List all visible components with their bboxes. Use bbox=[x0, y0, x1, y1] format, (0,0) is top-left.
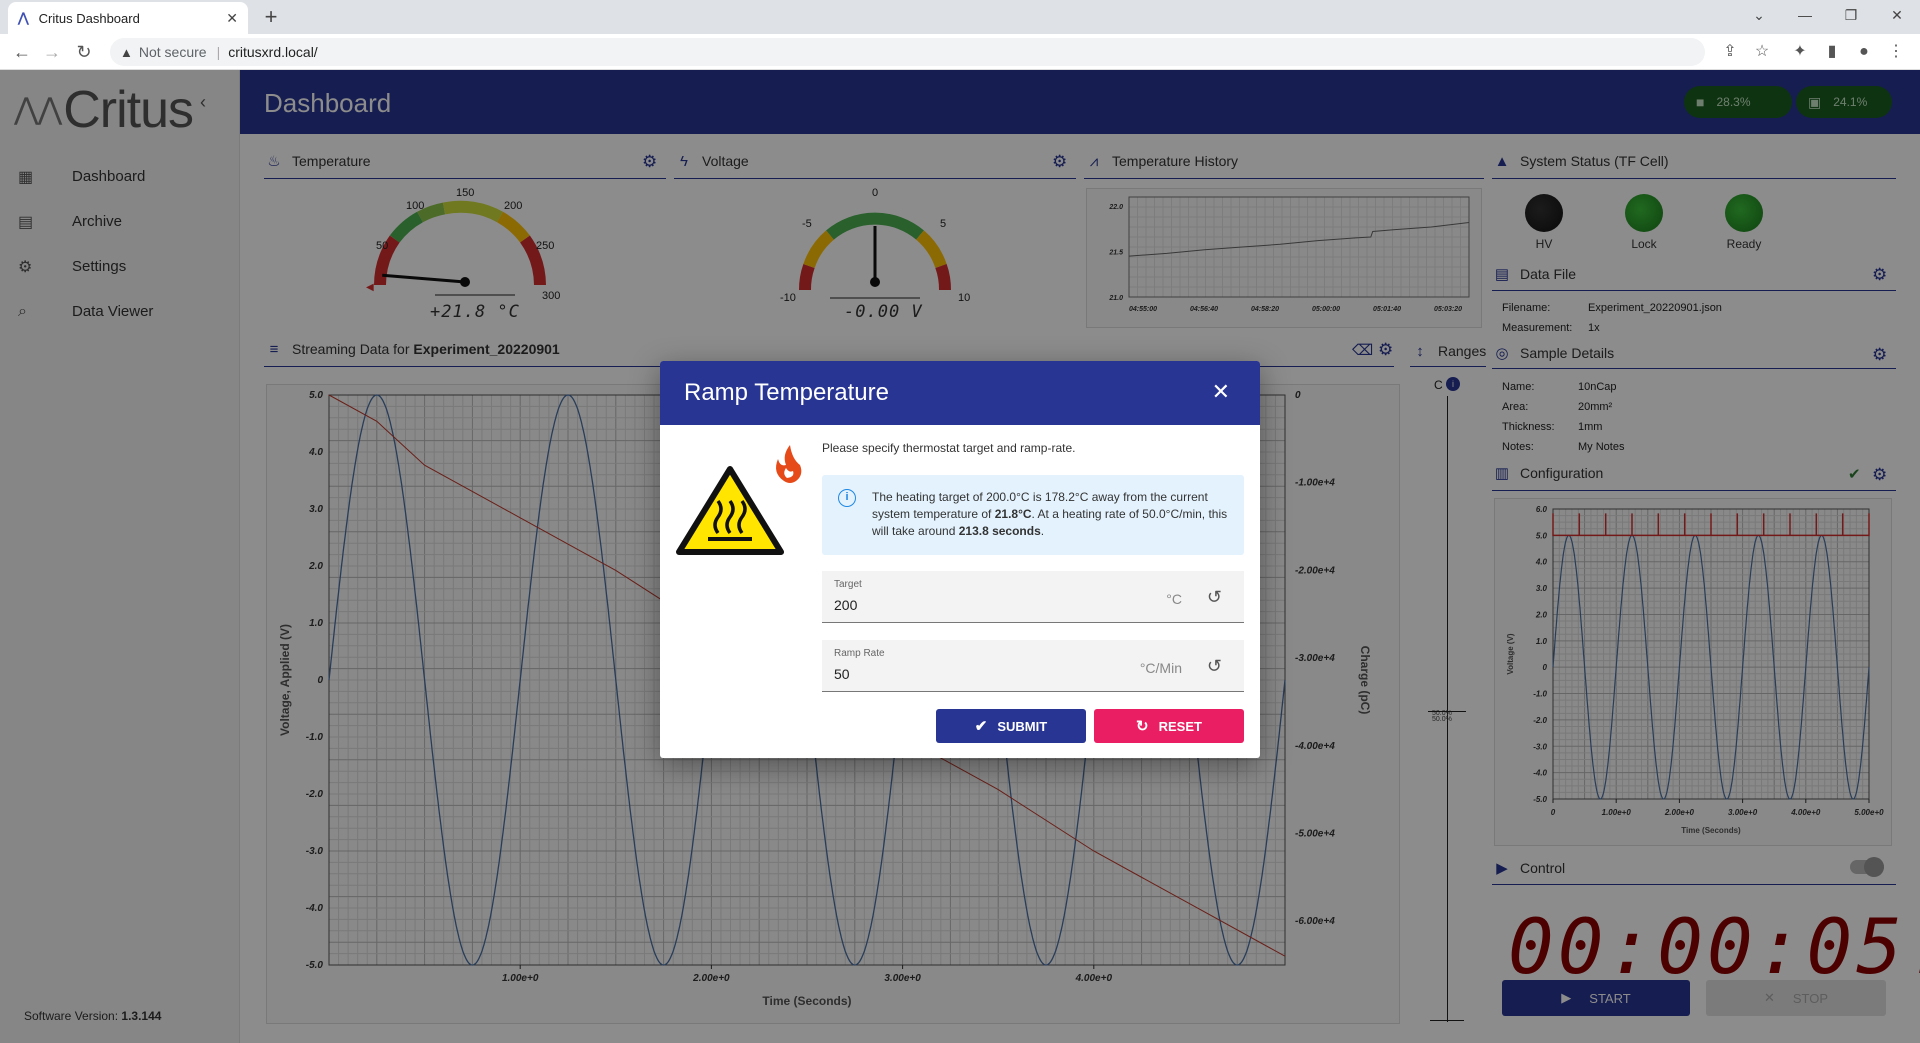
security-label: Not secure bbox=[138, 44, 207, 60]
minimize-button[interactable]: — bbox=[1782, 0, 1828, 30]
ramp-info-box: i The heating target of 200.0°C is 178.2… bbox=[822, 475, 1244, 555]
reset-label: RESET bbox=[1158, 718, 1202, 734]
browser-tab-bar: ⋀ Critus Dashboard ✕ + ⌄ — ❐ ✕ bbox=[0, 0, 1920, 34]
info-current-temp: 21.8°C bbox=[994, 507, 1032, 521]
address-bar: ← → ↻ ▲ Not secure | critusxrd.local/ ⇪ … bbox=[0, 34, 1920, 70]
history-reset-icon[interactable]: ↺ bbox=[1207, 656, 1222, 677]
tab-title: Critus Dashboard bbox=[38, 10, 140, 26]
check-circle-icon: ✔ bbox=[974, 718, 988, 735]
url-bar[interactable]: ▲ Not secure | critusxrd.local/ bbox=[110, 38, 1705, 66]
close-window-button[interactable]: ✕ bbox=[1874, 0, 1920, 30]
close-tab-icon[interactable]: ✕ bbox=[226, 10, 238, 27]
share-icon[interactable]: ⇪ bbox=[1718, 40, 1742, 64]
dialog-prompt: Please specify thermostat target and ram… bbox=[822, 441, 1076, 455]
info-text: . bbox=[1040, 524, 1045, 538]
bookmark-star-icon[interactable]: ☆ bbox=[1750, 40, 1774, 64]
target-field[interactable]: Target °C ↺ bbox=[822, 571, 1244, 623]
new-tab-button[interactable]: + bbox=[258, 4, 284, 30]
dialog-title: Ramp Temperature bbox=[684, 379, 889, 406]
ramp-rate-input[interactable] bbox=[834, 664, 1094, 684]
browser-tab[interactable]: ⋀ Critus Dashboard ✕ bbox=[8, 2, 248, 34]
ramp-rate-field[interactable]: Ramp Rate °C/Min ↺ bbox=[822, 640, 1244, 692]
submit-button[interactable]: ✔ SUBMIT bbox=[936, 709, 1086, 743]
history-reset-icon[interactable]: ↺ bbox=[1207, 587, 1222, 608]
info-icon: i bbox=[838, 489, 856, 507]
submit-label: SUBMIT bbox=[997, 718, 1048, 734]
profile-icon[interactable]: ● bbox=[1852, 40, 1876, 64]
reset-button[interactable]: ↻ RESET bbox=[1094, 709, 1244, 743]
ramp-rate-label: Ramp Rate bbox=[834, 648, 885, 659]
restore-button[interactable]: ❐ bbox=[1828, 0, 1874, 30]
hot-surface-warning-icon bbox=[676, 445, 802, 555]
close-icon[interactable]: ✕ bbox=[1212, 379, 1230, 405]
reload-icon[interactable]: ↻ bbox=[72, 40, 96, 64]
url-separator: | bbox=[216, 44, 221, 60]
dialog-header: Ramp Temperature ✕ bbox=[660, 361, 1260, 425]
critus-favicon-icon: ⋀ bbox=[18, 10, 29, 25]
back-icon[interactable]: ← bbox=[10, 40, 34, 64]
tab-search-icon[interactable]: ⌄ bbox=[1736, 0, 1782, 30]
warning-icon: ▲ bbox=[120, 44, 133, 60]
target-unit: °C bbox=[1166, 591, 1182, 607]
extensions-icon[interactable]: ✦ bbox=[1788, 40, 1812, 64]
side-panel-icon[interactable]: ▮ bbox=[1820, 40, 1844, 64]
info-duration: 213.8 seconds bbox=[958, 524, 1041, 538]
url-text: critusxrd.local/ bbox=[228, 44, 318, 60]
forward-icon[interactable]: → bbox=[40, 40, 64, 64]
reset-icon: ↻ bbox=[1136, 718, 1149, 735]
menu-icon[interactable]: ⋮ bbox=[1884, 40, 1908, 64]
ramp-rate-unit: °C/Min bbox=[1139, 660, 1182, 676]
ramp-temperature-dialog: Ramp Temperature ✕ Please specify thermo… bbox=[660, 361, 1260, 758]
target-input[interactable] bbox=[834, 595, 1094, 615]
target-label: Target bbox=[834, 579, 862, 590]
